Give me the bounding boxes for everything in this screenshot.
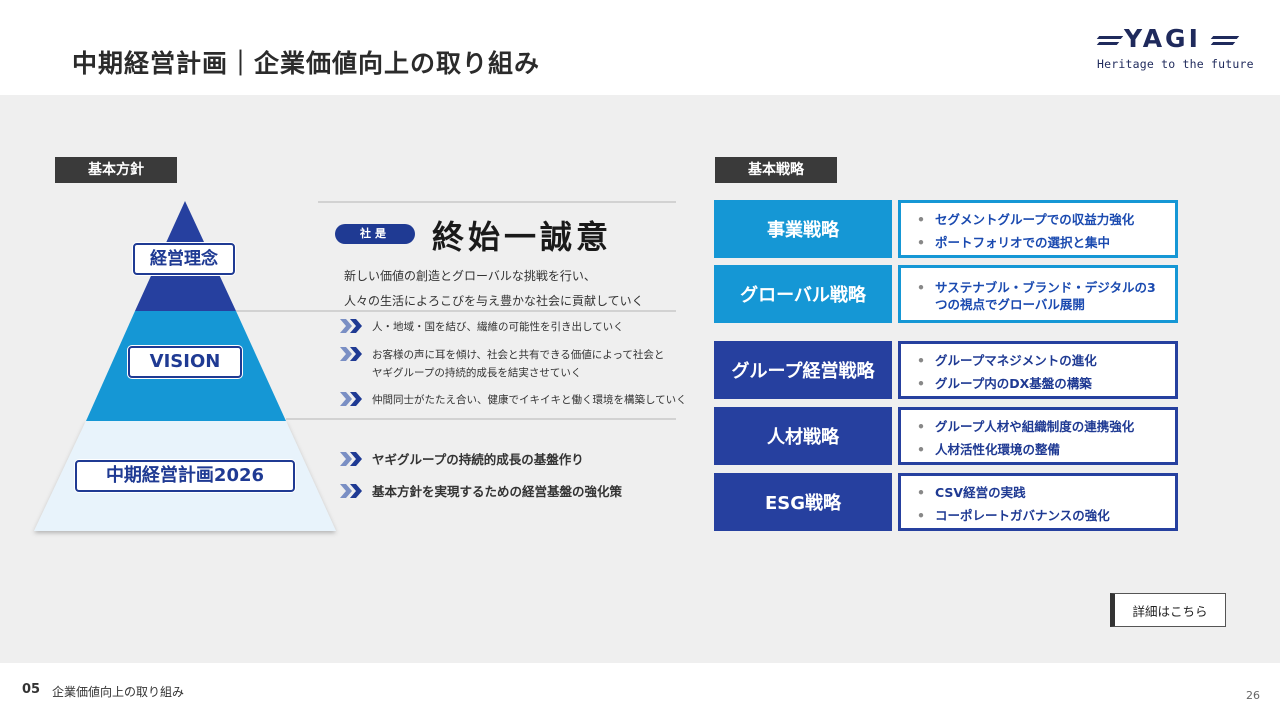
double-chevron-icon: [340, 319, 362, 333]
double-chevron-icon: [340, 392, 362, 406]
double-chevron-icon: [340, 452, 362, 466]
vision-item-text: 人・地域・国を結び、繊維の可能性を引き出していく: [372, 321, 624, 333]
strategy-name: 事業戦略: [714, 200, 892, 258]
strategy-bullet: サステナブル・ブランド・デジタルの3つの視点でグローバル展開: [917, 279, 1165, 313]
strategy-bullet: セグメントグループでの収益力強化: [917, 211, 1175, 228]
section-number: 05: [22, 682, 41, 697]
strategy-bullet: グループ人材や組織制度の連携強化: [917, 418, 1175, 435]
strategy-detail-box: グループマネジメントの進化 グループ内のDX基盤の構築: [898, 341, 1178, 399]
double-chevron-icon: [340, 347, 362, 361]
vision-item-text: お客様の声に耳を傾け、社会と共有できる価値によって社会と: [372, 349, 665, 361]
strategy-detail-box: サステナブル・ブランド・デジタルの3つの視点でグローバル展開: [898, 265, 1178, 323]
strategy-row-human-resources: 人材戦略 グループ人材や組織制度の連携強化 人材活性化環境の整備: [714, 407, 1178, 465]
motto-badge: 社是: [335, 224, 415, 244]
vision-item-text: 仲間同士がたたえ合い、健康でイキイキと働く環境を構築していく: [372, 394, 687, 406]
details-button[interactable]: 詳細はこちら: [1110, 593, 1226, 627]
strategy-detail-box: セグメントグループでの収益力強化 ポートフォリオでの選択と集中: [898, 200, 1178, 258]
strategy-row-global: グローバル戦略 サステナブル・ブランド・デジタルの3つの視点でグローバル展開: [714, 265, 1178, 323]
philosophy-line: 新しい価値の創造とグローバルな挑戦を行い、: [344, 269, 596, 283]
strategy-bullet: 人材活性化環境の整備: [917, 441, 1175, 458]
section-title: 企業価値向上の取り組み: [52, 685, 185, 699]
plan-item-text: 基本方針を実現するための経営基盤の強化策: [372, 484, 623, 499]
footer: [0, 663, 1280, 720]
strategy-row-esg: ESG戦略 CSV経営の実践 コーポレートガバナンスの強化: [714, 473, 1178, 531]
strategy-row-business: 事業戦略 セグメントグループでの収益力強化 ポートフォリオでの選択と集中: [714, 200, 1178, 258]
strategy-bullet: ポートフォリオでの選択と集中: [917, 234, 1175, 251]
strategy-bullet: グループマネジメントの進化: [917, 352, 1175, 369]
strategy-name: グローバル戦略: [714, 265, 892, 323]
basic-strategy-label: 基本戦略: [715, 157, 837, 183]
motto-title: 終始一誠意: [432, 218, 613, 256]
strategy-bullet: コーポレートガバナンスの強化: [917, 507, 1175, 524]
philosophy-line: 人々の生活によろこびを与え豊かな社会に貢献していく: [344, 294, 644, 308]
strategy-detail-box: グループ人材や組織制度の連携強化 人材活性化環境の整備: [898, 407, 1178, 465]
strategy-name: ESG戦略: [714, 473, 892, 531]
vision-item-text: ヤギグループの持続的成長を結実させていく: [372, 367, 582, 379]
strategy-name: 人材戦略: [714, 407, 892, 465]
pyramid-middle-label: VISION: [128, 346, 242, 378]
pyramid-bottom-label: 中期経営計画2026: [75, 460, 295, 492]
strategy-row-group-management: グループ経営戦略 グループマネジメントの進化 グループ内のDX基盤の構築: [714, 341, 1178, 399]
strategy-bullet: CSV経営の実践: [917, 484, 1175, 501]
double-chevron-icon: [340, 484, 362, 498]
page-number: 26: [1246, 689, 1260, 702]
strategy-bullet: グループ内のDX基盤の構築: [917, 375, 1175, 392]
pyramid-top-label: 経営理念: [133, 243, 235, 275]
plan-item-text: ヤギグループの持続的成長の基盤作り: [372, 452, 584, 467]
strategy-name: グループ経営戦略: [714, 341, 892, 399]
strategy-detail-box: CSV経営の実践 コーポレートガバナンスの強化: [898, 473, 1178, 531]
